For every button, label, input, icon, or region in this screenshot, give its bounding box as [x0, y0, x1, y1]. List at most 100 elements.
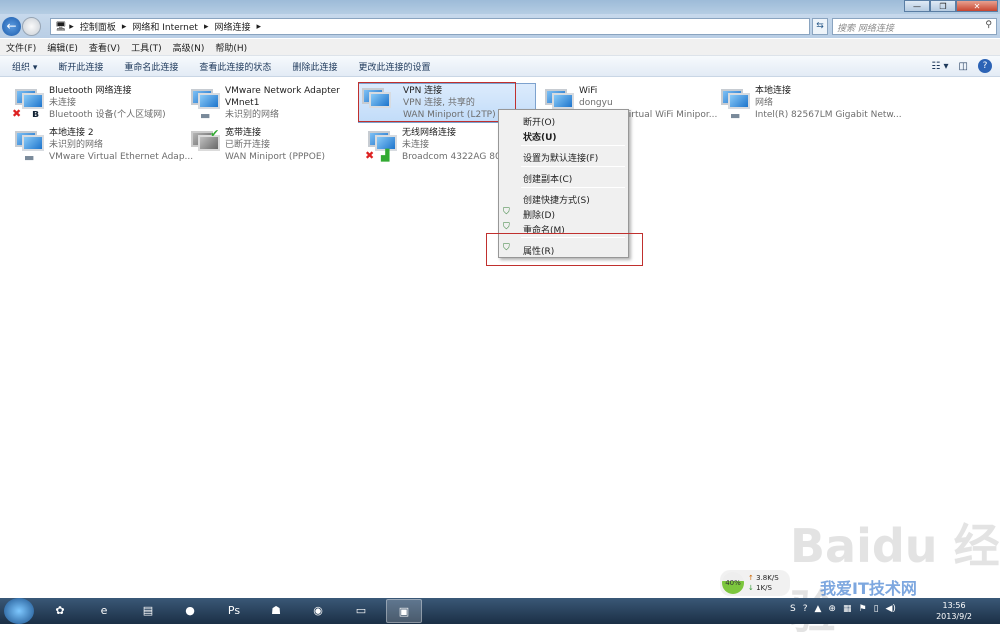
view-options-icon[interactable]: ☷ ▾ [931, 61, 948, 72]
control-panel-icon: 🖥 ▸ [55, 21, 74, 32]
connection-device: WAN Miniport (PPPOE) [225, 152, 326, 162]
search-icon: ⚲ [985, 20, 992, 30]
address-bar[interactable]: 🖥 ▸ 控制面板 ▸ 网络和 Internet ▸ 网络连接 ▸ [50, 18, 810, 35]
network-adapter-icon: ✖ ▟ [365, 129, 399, 163]
search-placeholder: 搜索 网络连接 [837, 24, 894, 34]
download-speed: ↓ 1K/S [748, 584, 772, 592]
ie-icon[interactable]: e [86, 599, 122, 623]
menu-tools[interactable]: 工具(T) [131, 41, 162, 54]
title-bar: — ❐ ✕ [0, 0, 1000, 14]
forward-button[interactable] [22, 17, 41, 36]
explorer-icon[interactable]: ▤ [130, 599, 166, 623]
connection-name: 无线网络连接 [402, 128, 457, 138]
organize-button[interactable]: 组织 ▾ [12, 60, 37, 73]
connection-bluetooth[interactable]: ✖ ʙ Bluetooth 网络连接 未连接 Bluetooth 设备(个人区域网) [12, 85, 182, 123]
connection-name: WiFi [579, 86, 598, 96]
back-button[interactable]: ← [2, 17, 21, 36]
command-bar: 组织 ▾ 断开此连接 重命名此连接 查看此连接的状态 删除此连接 更改此连接的设… [0, 56, 1000, 77]
network-adapter-icon: ✖ ʙ [12, 87, 46, 121]
clock-date: 2013/9/2 [936, 612, 972, 621]
highlight-box [486, 233, 643, 266]
highlight-box [358, 82, 516, 122]
start-button[interactable] [4, 598, 34, 624]
menu-item-set-default[interactable]: 设置为默认连接(F) [523, 151, 598, 164]
connection-local[interactable]: ▬ 本地连接网络 Intel(R) 82567LM Gigabit Netw... [718, 85, 902, 123]
menu-view[interactable]: 查看(V) [89, 41, 120, 54]
search-input[interactable]: 搜索 网络连接 ⚲ [832, 18, 997, 35]
separator [521, 187, 625, 188]
breadcrumb-2[interactable]: 网络连接 [215, 20, 251, 33]
breadcrumb-1[interactable]: 网络和 Internet [132, 20, 198, 33]
rename-button[interactable]: 重命名此连接 [124, 60, 178, 73]
site-watermark: 我爱IT技术网 [820, 579, 917, 598]
menu-file[interactable]: 文件(F) [6, 41, 36, 54]
breadcrumb-sep: ▸ [121, 21, 127, 32]
connection-device: VMware Virtual Ethernet Adap... [49, 152, 194, 162]
network-adapter-icon: ▬ [188, 87, 222, 122]
breadcrumb-sep: ▸ [256, 21, 262, 32]
menu-item-disconnect[interactable]: 断开(O) [523, 115, 555, 128]
connection-local-2[interactable]: ▬ 本地连接 2 未识别的网络 VMware Virtual Ethernet Ad… [12, 127, 193, 165]
connection-wireless[interactable]: ✖ ▟ 无线网络连接 未连接 Broadcom 4322AG 802. [365, 127, 500, 165]
connection-vmnet1[interactable]: ▬ VMware Network Adapter VMnet1 未识别的网络 [188, 85, 358, 123]
change-settings-button[interactable]: 更改此连接的设置 [358, 60, 430, 73]
connection-status: 网络 [755, 98, 774, 108]
flag-icon[interactable]: ⚑ [858, 604, 866, 614]
network-adapter-icon: ▬ [12, 129, 46, 164]
cmd-icon[interactable]: ▭ [343, 599, 379, 623]
delete-button[interactable]: 删除此连接 [292, 60, 337, 73]
chrome-icon[interactable]: ◉ [300, 599, 336, 623]
connection-status: 未连接 [402, 140, 430, 150]
menu-advanced[interactable]: 高级(N) [173, 41, 205, 54]
refresh-button[interactable]: ⇆ [812, 18, 828, 35]
device-icon[interactable]: ▯ [874, 604, 879, 614]
connection-device: Bluetooth 设备(个人区域网) [49, 110, 166, 120]
menu-bar: 文件(F) 编辑(E) 查看(V) 工具(T) 高级(N) 帮助(H) [0, 39, 1000, 56]
network-meter-gadget[interactable]: 40% ↑ 3.8K/S ↓ 1K/S [720, 570, 790, 596]
app-icon[interactable]: ☗ [258, 599, 294, 623]
connection-status: 已断开连接 [225, 140, 271, 150]
breadcrumb-sep: ▸ [203, 21, 209, 32]
connection-status: 未识别的网络 [225, 110, 280, 120]
qq-icon[interactable]: ● [172, 599, 208, 623]
photoshop-icon[interactable]: Ps [216, 599, 252, 623]
network-adapter-icon: ▬ [718, 87, 752, 122]
connection-broadband[interactable]: ✔ 宽带连接 已断开连接 WAN Miniport (PPPOE) [188, 127, 358, 165]
connection-name: 本地连接 [755, 86, 792, 96]
taskbar-app-icon[interactable]: ✿ [42, 599, 78, 623]
menu-edit[interactable]: 编辑(E) [47, 41, 78, 54]
address-bar-area: ← 🖥 ▸ 控制面板 ▸ 网络和 Internet ▸ 网络连接 ▸ ⇆ 搜索 网络连… [0, 14, 1000, 38]
menu-item-shortcut[interactable]: 创建快捷方式(S) [523, 193, 590, 206]
connection-device: Broadcom 4322AG 802. [402, 152, 500, 162]
help-icon[interactable]: ? [978, 59, 992, 73]
connection-status: 未连接 [49, 98, 77, 108]
view-status-button[interactable]: 查看此连接的状态 [199, 60, 271, 73]
cpu-gauge: 40% [722, 572, 744, 594]
disconnect-button[interactable]: 断开此连接 [58, 60, 103, 73]
volume-icon[interactable]: ◀) [886, 604, 896, 614]
menu-help[interactable]: 帮助(H) [215, 41, 247, 54]
menu-item-status[interactable]: 状态(U) [523, 130, 557, 143]
close-button[interactable]: ✕ [956, 0, 998, 12]
preview-pane-icon[interactable]: ◫ [959, 61, 968, 72]
connection-status: 未识别的网络 [49, 140, 104, 150]
clock[interactable]: 13:56 2013/9/2 [936, 600, 972, 622]
show-hidden-icon[interactable]: ▲ [815, 604, 822, 614]
connection-name: 宽带连接 [225, 128, 262, 138]
tray-app-icon[interactable]: ⊕ [828, 604, 836, 614]
connection-name: 本地连接 2 [49, 128, 94, 138]
upload-speed: ↑ 3.8K/S [748, 574, 779, 582]
connection-name: VMware Network Adapter VMnet1 [225, 86, 340, 108]
breadcrumb-0[interactable]: 控制面板 [80, 20, 116, 33]
network-tray-icon[interactable]: ▦ [843, 604, 852, 614]
maximize-button[interactable]: ❐ [930, 0, 956, 12]
menu-item-copy[interactable]: 创建副本(C) [523, 172, 572, 185]
connection-device: Intel(R) 82567LM Gigabit Netw... [755, 110, 902, 120]
clock-time: 13:56 [942, 601, 966, 610]
network-connections-task[interactable]: ▣ [386, 599, 422, 623]
help-tray-icon[interactable]: ? [803, 604, 808, 614]
ime-icon[interactable]: S [790, 604, 796, 614]
menu-item-delete[interactable]: 删除(D) [523, 208, 555, 221]
minimize-button[interactable]: — [904, 0, 930, 12]
separator [521, 166, 625, 167]
